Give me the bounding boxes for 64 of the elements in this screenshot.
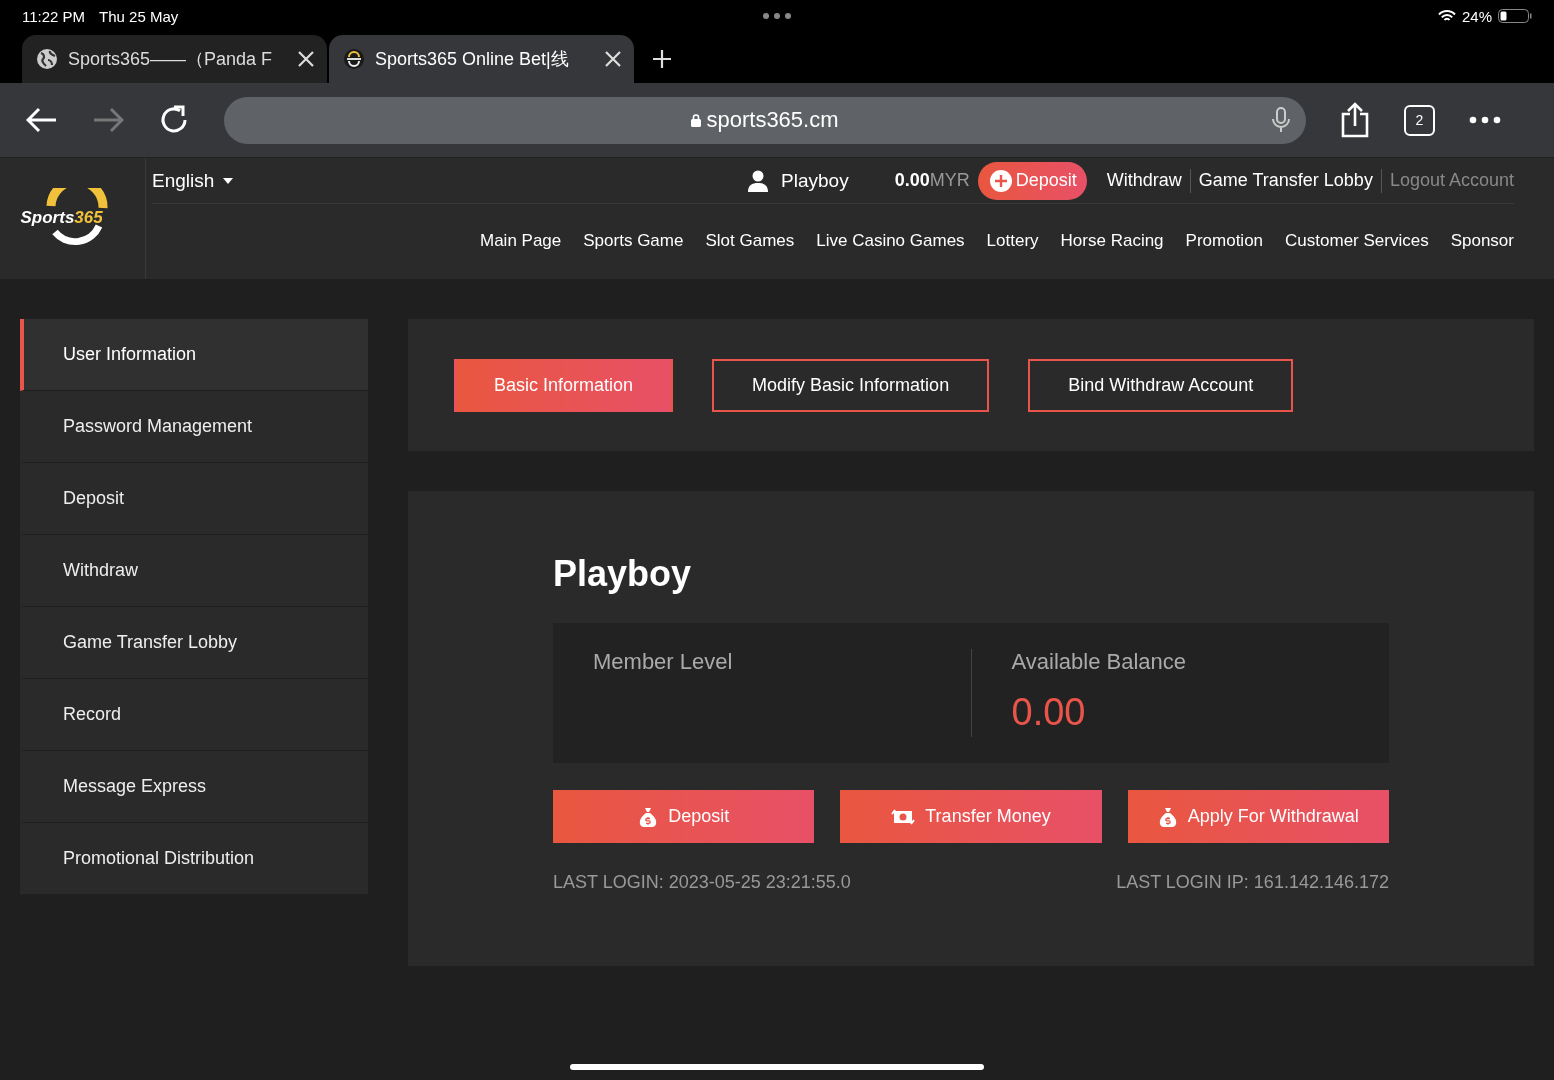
last-login-text: LAST LOGIN: 2023-05-25 23:21:55.0 xyxy=(553,872,851,893)
money-bag-icon xyxy=(1157,806,1178,827)
share-icon[interactable] xyxy=(1340,102,1370,138)
nav-link[interactable]: Slot Games xyxy=(705,231,795,251)
plus-circle-icon xyxy=(989,169,1012,192)
globe-icon xyxy=(36,48,58,70)
nav-link[interactable]: Horse Racing xyxy=(1060,231,1164,251)
deposit-button[interactable]: Deposit xyxy=(977,161,1087,200)
header-link[interactable]: Game Transfer Lobby xyxy=(1198,170,1373,191)
site-logo-icon xyxy=(343,48,365,70)
balance-label: Available Balance xyxy=(1011,649,1187,675)
action-button[interactable]: Apply For Withdrawal xyxy=(1127,790,1389,843)
status-time: 11:22 PM xyxy=(22,7,86,25)
nav-link[interactable]: Sports Game xyxy=(583,231,684,251)
sidebar-item[interactable]: Record xyxy=(20,679,368,751)
nav-link[interactable]: Sponsor xyxy=(1450,231,1514,251)
member-level-label: Member Level xyxy=(593,649,734,675)
header-link[interactable]: Withdraw xyxy=(1106,170,1182,191)
sidebar-item[interactable]: Password Management xyxy=(20,391,368,463)
sidebar-item[interactable]: User Information xyxy=(20,319,368,391)
balance-text: 0.00MYR xyxy=(894,170,970,191)
action-button[interactable]: Transfer Money xyxy=(840,790,1102,843)
language-dropdown[interactable]: English xyxy=(152,169,234,192)
close-icon[interactable] xyxy=(604,50,622,68)
new-tab-icon[interactable] xyxy=(652,49,672,69)
username: Playboy xyxy=(781,169,849,192)
nav-link[interactable]: Customer Services xyxy=(1285,231,1429,251)
more-icon[interactable] xyxy=(1469,116,1501,124)
sidebar-item[interactable]: Game Transfer Lobby xyxy=(20,607,368,679)
lock-icon xyxy=(691,113,702,127)
caret-icon xyxy=(223,177,234,184)
wifi-icon xyxy=(1437,9,1456,23)
site-logo[interactable]: Sports365 xyxy=(20,187,125,250)
forward-icon[interactable] xyxy=(92,107,124,133)
sidebar-item[interactable]: Withdraw xyxy=(20,535,368,607)
nav-link[interactable]: Main Page xyxy=(480,231,562,251)
sidebar-item[interactable]: Message Express xyxy=(20,751,368,823)
profile-name: Playboy xyxy=(553,553,693,596)
status-date: Thu 25 May xyxy=(99,7,179,25)
more-dots-icon xyxy=(762,12,792,20)
sidebar-item[interactable]: Promotional Distribution xyxy=(20,823,368,895)
close-icon[interactable] xyxy=(297,50,315,68)
sidebar-item[interactable]: Deposit xyxy=(20,463,368,535)
money-bag-icon xyxy=(638,806,659,827)
browser-tab[interactable]: Sports365——（Panda F xyxy=(22,35,327,83)
battery-icon xyxy=(1498,9,1532,23)
nav-link[interactable]: Live Casino Games xyxy=(816,231,965,251)
balance-value: 0.00 xyxy=(1011,691,1087,734)
tab-count-button[interactable]: 2 xyxy=(1404,104,1435,136)
last-login-ip-text: LAST LOGIN IP: 161.142.146.172 xyxy=(1116,872,1389,893)
tab[interactable]: Bind Withdraw Account xyxy=(1028,358,1294,412)
nav-link[interactable]: Lottery xyxy=(986,231,1039,251)
tab[interactable]: Basic Information xyxy=(454,358,674,412)
microphone-icon[interactable] xyxy=(1272,106,1290,133)
back-icon[interactable] xyxy=(26,107,58,133)
battery-percent: 24% xyxy=(1461,7,1492,25)
address-bar[interactable]: sports365.cm xyxy=(224,96,1306,144)
nav-link[interactable]: Promotion xyxy=(1185,231,1264,251)
browser-tab[interactable]: Sports365 Online Bet|线 xyxy=(329,35,634,83)
action-button[interactable]: Deposit xyxy=(553,790,815,843)
cash-transfer-icon xyxy=(891,807,916,826)
tab[interactable]: Modify Basic Information xyxy=(712,358,990,412)
user-icon xyxy=(748,169,769,192)
url-text: sports365.cm xyxy=(706,107,839,133)
